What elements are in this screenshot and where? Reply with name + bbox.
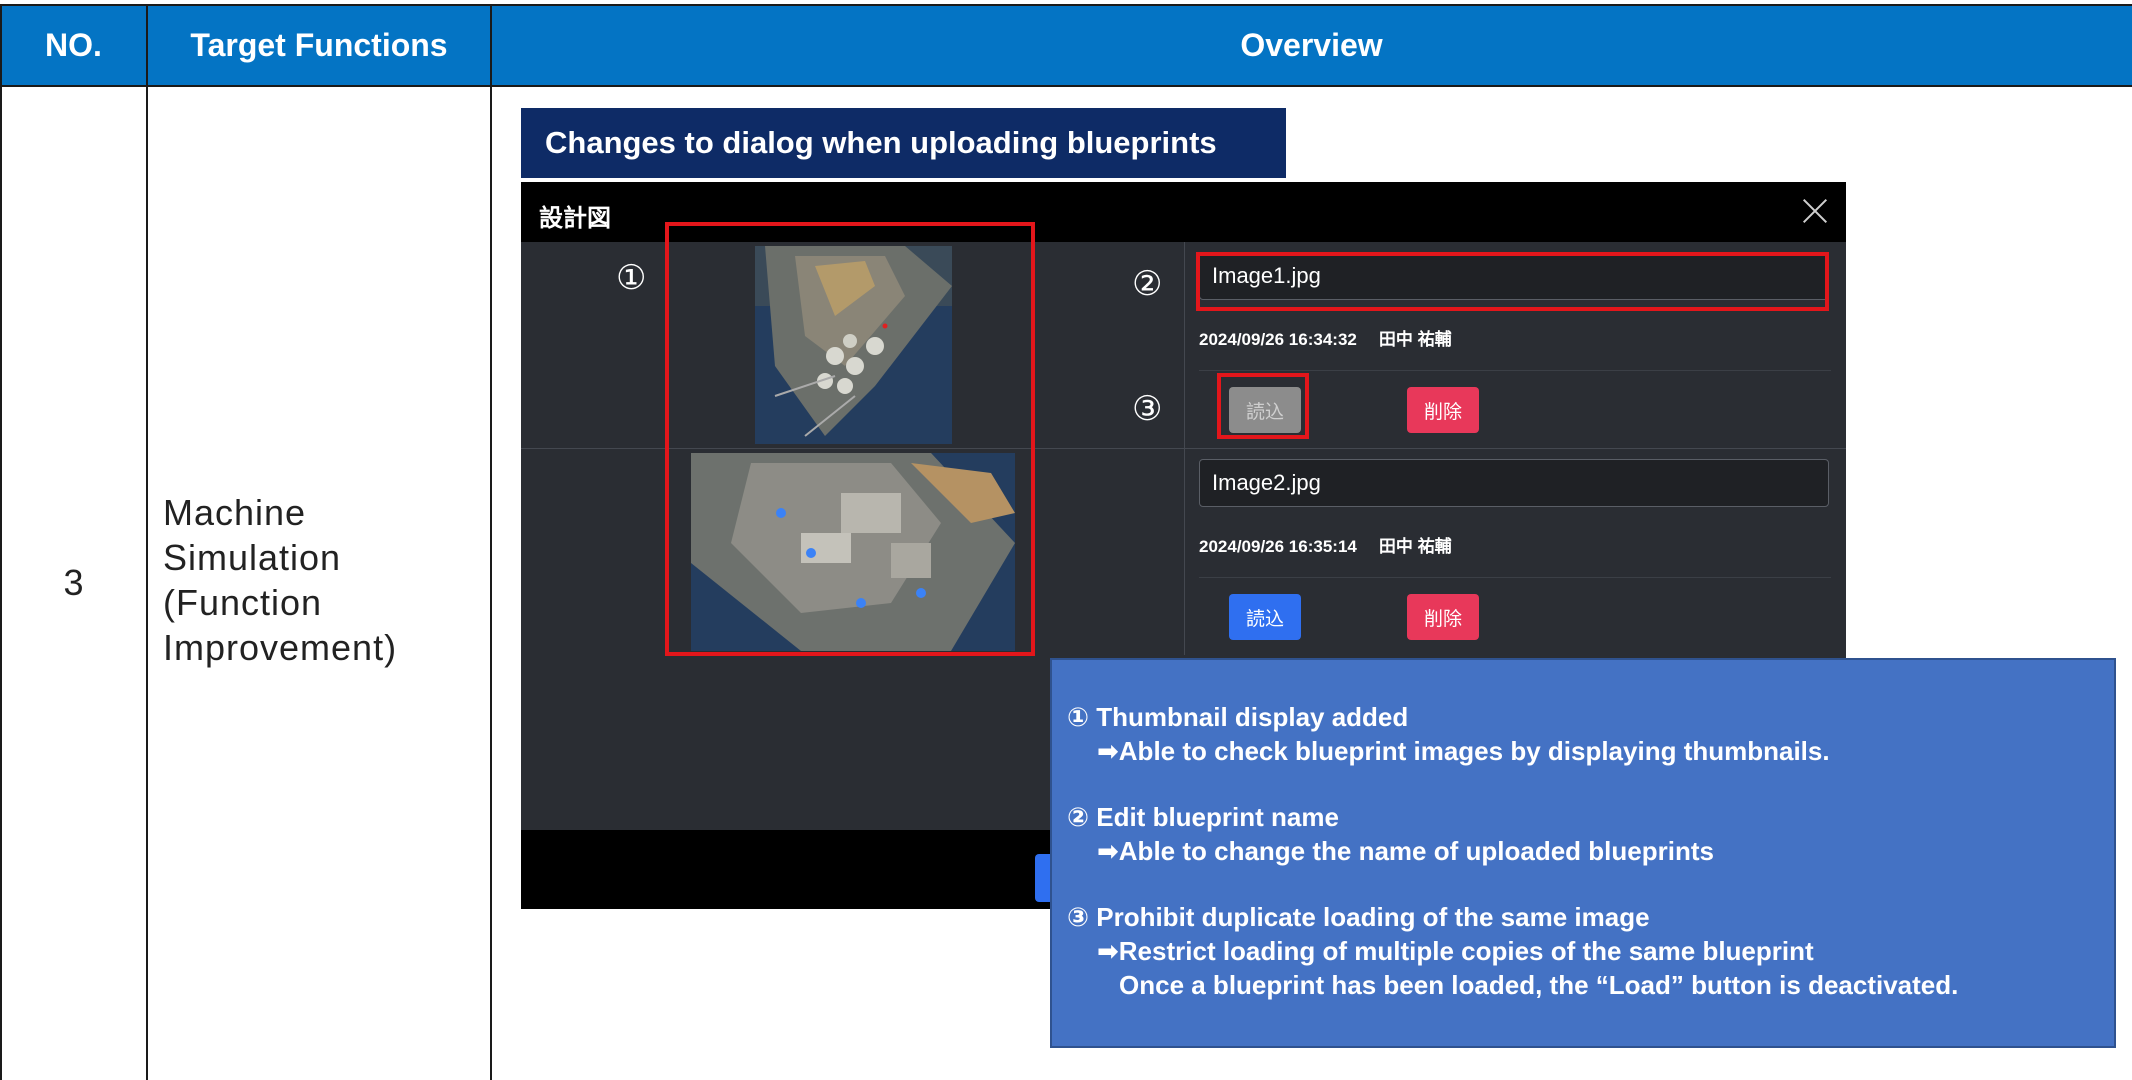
callout-item-3-title: ③ Prohibit duplicate loading of the same… bbox=[1067, 902, 1650, 932]
callout-item-1-title: ① Thumbnail display added bbox=[1067, 702, 1409, 732]
callout-item-3: ③ Prohibit duplicate loading of the same… bbox=[1067, 900, 2114, 1002]
dialog-title: 設計図 bbox=[539, 205, 611, 232]
table-top-border bbox=[0, 4, 2132, 6]
highlight-thumbnails bbox=[665, 222, 1035, 656]
blueprint-datetime-1: 2024/09/26 16:34:32 bbox=[1199, 330, 1357, 349]
row-number: 3 bbox=[63, 561, 84, 603]
close-icon[interactable] bbox=[1798, 194, 1832, 228]
callout-item-1-desc: ➡Able to check blueprint images by displ… bbox=[1097, 736, 1830, 766]
target-function-text: Machine Simulation (Function Improvement… bbox=[163, 492, 398, 668]
callout-item-3-desc2: Once a blueprint has been loaded, the “L… bbox=[1119, 970, 1959, 1000]
callout-item-2: ② Edit blueprint name ➡Able to change th… bbox=[1067, 800, 2114, 868]
table-header: NO. Target Functions Overview bbox=[0, 5, 2132, 85]
blueprint-datetime-2: 2024/09/26 16:35:14 bbox=[1199, 537, 1357, 556]
load-button-2[interactable]: 読込 bbox=[1229, 594, 1301, 640]
marker-3: ③ bbox=[1132, 390, 1163, 428]
highlight-load-button bbox=[1217, 373, 1309, 439]
blueprint-name-input-2[interactable]: Image2.jpg bbox=[1199, 459, 1829, 507]
blueprint-user-1: 田中 祐輔 bbox=[1378, 330, 1452, 349]
header-no: NO. bbox=[45, 26, 102, 63]
row-divider bbox=[1199, 370, 1831, 371]
dialog-column-separator bbox=[1184, 242, 1185, 655]
row-divider bbox=[1199, 577, 1831, 578]
delete-button-2[interactable]: 削除 bbox=[1407, 594, 1479, 640]
marker-1: ① bbox=[616, 259, 647, 297]
explanation-callout: ① Thumbnail display added ➡Able to check… bbox=[1050, 658, 2116, 1048]
callout-item-1: ① Thumbnail display added ➡Able to check… bbox=[1067, 700, 2114, 768]
marker-2: ② bbox=[1132, 265, 1163, 303]
header-bottom-border bbox=[0, 85, 2132, 87]
callout-item-2-desc: ➡Able to change the name of uploaded blu… bbox=[1097, 836, 1714, 866]
blueprint-meta-2: 2024/09/26 16:35:14 田中 祐輔 bbox=[1199, 532, 1452, 557]
highlight-name-input bbox=[1196, 252, 1829, 311]
header-target-functions: Target Functions bbox=[190, 26, 448, 63]
callout-item-3-desc: ➡Restrict loading of multiple copies of … bbox=[1097, 936, 1814, 966]
blueprint-user-2: 田中 祐輔 bbox=[1378, 537, 1452, 556]
header-overview: Overview bbox=[1240, 26, 1383, 63]
column-divider-2 bbox=[490, 4, 492, 1080]
section-title: Changes to dialog when uploading bluepri… bbox=[521, 108, 1286, 178]
delete-button-1[interactable]: 削除 bbox=[1407, 387, 1479, 433]
blueprint-meta-1: 2024/09/26 16:34:32 田中 祐輔 bbox=[1199, 325, 1452, 350]
callout-item-2-title: ② Edit blueprint name bbox=[1067, 802, 1339, 832]
